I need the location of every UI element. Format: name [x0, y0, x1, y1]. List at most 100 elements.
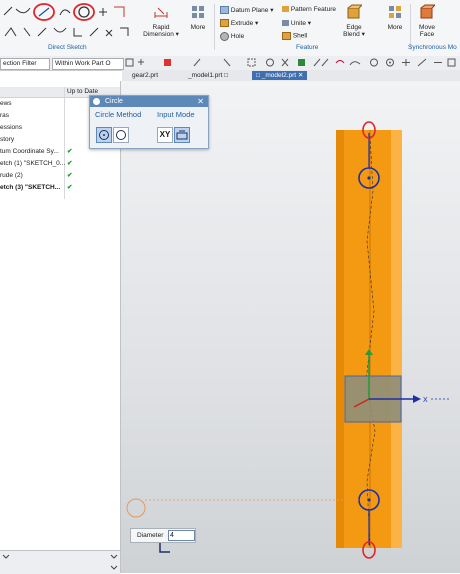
- graphics-window[interactable]: X: [121, 81, 460, 573]
- extrude-icon: [220, 19, 229, 28]
- unite-icon: [282, 20, 289, 27]
- circle-three-point-icon: [116, 130, 126, 140]
- edge-blend-button[interactable]: Edge Blend ▾: [340, 4, 368, 38]
- rapid-dimension-button[interactable]: Rapid Dimension ▾: [140, 4, 182, 38]
- center-and-diameter-button[interactable]: [96, 127, 112, 143]
- diameter-value-field[interactable]: 4: [168, 530, 195, 541]
- navigator-row-name: tum Coordinate Sy...: [0, 148, 59, 155]
- rapid-dimension-icon: [154, 7, 168, 18]
- scope-dropdown[interactable]: Within Work Part O: [52, 58, 124, 70]
- edge-blend-icon: [347, 4, 364, 19]
- more-sketch-button[interactable]: More: [186, 4, 210, 31]
- navigator-row-name: story: [0, 136, 15, 143]
- csys-x-arrow: [413, 395, 421, 403]
- more-sketch-label: More: [190, 24, 206, 31]
- extrude-button[interactable]: Extrude ▾: [220, 19, 259, 28]
- edge-blend-label-1: Edge: [346, 24, 362, 31]
- cursor-crosshair-icon: [159, 543, 170, 553]
- rapid-dimension-label-1: Rapid: [152, 24, 170, 31]
- tab-gear2[interactable]: gear2.prt: [128, 71, 162, 80]
- part-navigator: Up to Date ews ras essions story tum Coo…: [0, 81, 121, 573]
- selection-filter-dropdown[interactable]: ection Filter: [0, 58, 50, 70]
- cylinder-shade: [336, 130, 344, 548]
- navigator-row-name: rude (2): [0, 172, 23, 179]
- extrude-label: Extrude ▾: [230, 20, 259, 27]
- datum-plane-label: Datum Plane ▾: [230, 7, 274, 14]
- group-label-direct-sketch: Direct Sketch: [48, 44, 87, 51]
- sketch-curve-tools-icons[interactable]: [2, 3, 132, 21]
- up-to-date-check-icon: ✔: [67, 148, 73, 155]
- gear-icon[interactable]: [93, 98, 100, 105]
- hole-label: Hole: [230, 33, 245, 41]
- close-icon[interactable]: ✕: [197, 96, 204, 107]
- cylinder-highlight: [391, 130, 402, 548]
- ribbon: Direct Sketch Rapid Dimension ▾ More Dat…: [0, 0, 460, 57]
- hole-icon: [220, 32, 229, 41]
- navigator-row-name: etch (1) "SKETCH_0...: [0, 160, 66, 167]
- pattern-feature-button[interactable]: Pattern Feature: [282, 6, 336, 13]
- navigator-bottom-panel: [0, 550, 120, 574]
- shell-icon: [282, 32, 291, 40]
- navigator-row-name: essions: [0, 124, 23, 131]
- snap-toolbar-icons[interactable]: [124, 58, 460, 68]
- circle-center-point: [367, 176, 371, 180]
- up-to-date-check-icon: ✔: [67, 184, 73, 191]
- rapid-dimension-label-2: Dimension ▾: [143, 31, 179, 38]
- group-label-feature: Feature: [296, 44, 319, 51]
- pattern-feature-icon: [282, 6, 289, 13]
- more-feature-icon: [389, 6, 401, 18]
- move-face-icon: [420, 4, 437, 19]
- pattern-feature-label: Pattern Feature: [290, 6, 336, 13]
- shell-button[interactable]: Shell: [282, 32, 307, 40]
- sketch-tools-row1: [2, 3, 132, 21]
- datum-plane-button[interactable]: Datum Plane ▾: [220, 6, 274, 15]
- x-axis-label: X: [423, 397, 428, 404]
- more-grid-icon: [192, 6, 204, 18]
- diameter-onscreen-input: Diameter 4: [130, 528, 196, 543]
- navigator-row-name: ras: [0, 112, 10, 119]
- more-feature-button[interactable]: More: [384, 4, 406, 31]
- move-face-label-1: Move: [419, 24, 435, 31]
- dialog-title: Circle: [105, 98, 123, 105]
- tab-file-icon: □: [256, 72, 260, 79]
- sketch-edit-tools-icons[interactable]: [2, 24, 132, 40]
- shell-label: Shell: [292, 32, 308, 40]
- unite-label: Unite ▾: [290, 20, 312, 27]
- tab-model1[interactable]: _model1.prt □: [184, 71, 232, 80]
- navigator-row-current[interactable]: etch (3) "SKETCH... ✔: [0, 182, 120, 193]
- more-feature-label: More: [387, 24, 403, 31]
- model-viewport[interactable]: X: [121, 81, 460, 573]
- move-face-label-2: Face: [419, 31, 435, 38]
- tab-file-icon: □: [224, 72, 229, 79]
- parameter-mode-icon: [176, 130, 188, 140]
- selection-bar: ection Filter Within Work Part O: [0, 56, 460, 71]
- diameter-label: Diameter: [137, 532, 164, 539]
- tab-label: _model1.prt: [188, 72, 223, 79]
- tab-label: gear2.prt: [132, 72, 159, 79]
- chevron-down-icon[interactable]: [2, 554, 10, 560]
- hole-button[interactable]: Hole: [220, 32, 244, 41]
- circle-center-icon: [99, 130, 109, 140]
- navigator-row[interactable]: rude (2) ✔: [0, 170, 120, 181]
- dialog-titlebar[interactable]: Circle ✕: [90, 96, 208, 107]
- datum-plane-icon: [220, 6, 229, 15]
- circle-dialog: Circle ✕ Circle Method Input Mode XY: [89, 95, 209, 149]
- xy-input-mode-button[interactable]: XY: [157, 127, 173, 143]
- three-point-circle-button[interactable]: [113, 127, 129, 143]
- navigator-row-name: etch (3) "SKETCH...: [0, 184, 61, 191]
- chevron-down-icon[interactable]: [110, 554, 118, 560]
- navigator-row[interactable]: etch (1) "SKETCH_0... ✔: [0, 158, 120, 169]
- up-to-date-check-icon: ✔: [67, 172, 73, 179]
- edge-blend-label-2: Blend ▾: [343, 31, 365, 38]
- move-face-button[interactable]: Move Face: [414, 4, 440, 38]
- parameter-mode-button[interactable]: [174, 127, 190, 143]
- tab-close-icon[interactable]: ✕: [298, 72, 303, 79]
- sketch-tools-row2: [2, 24, 132, 40]
- input-mode-label: Input Mode: [157, 110, 195, 119]
- up-to-date-check-icon: ✔: [67, 160, 73, 167]
- chevron-down-icon[interactable]: [110, 565, 118, 571]
- group-label-synchronous: Synchronous Mo: [408, 44, 457, 51]
- ribbon-separator: [214, 4, 215, 50]
- unite-button[interactable]: Unite ▾: [282, 19, 311, 27]
- tab-model2[interactable]: □ _model2.prt ✕: [252, 71, 308, 80]
